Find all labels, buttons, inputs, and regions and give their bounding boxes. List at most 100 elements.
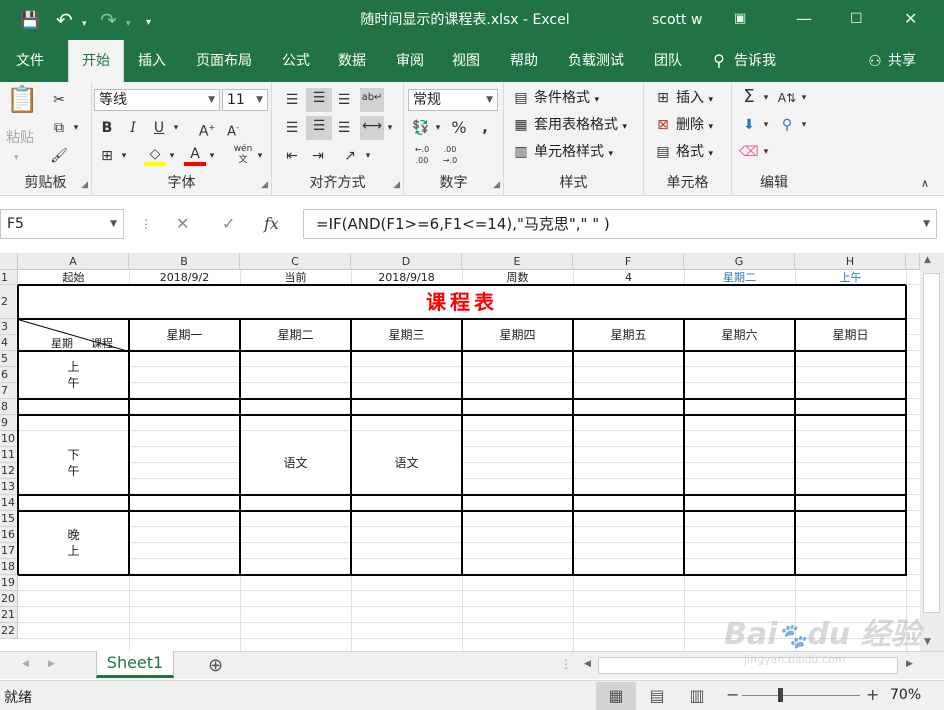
column-header-g[interactable]: G xyxy=(684,253,795,270)
format-cells-button[interactable]: 格式 ▾ xyxy=(676,142,713,164)
scroll-down-icon[interactable]: ▼ xyxy=(924,637,931,647)
undo-icon[interactable]: ↶ xyxy=(56,10,73,30)
row-header[interactable]: 8 xyxy=(0,399,18,415)
save-icon[interactable]: 💾 xyxy=(20,10,40,30)
lightbulb-search-icon[interactable]: ⚲ xyxy=(708,40,730,82)
delete-cells-button[interactable]: 删除 ▾ xyxy=(676,115,713,137)
tab-page-layout[interactable]: 页面布局 xyxy=(186,40,262,82)
font-name-select[interactable]: 等线 ▼ xyxy=(94,89,220,111)
day-header[interactable]: 星期二 xyxy=(240,319,351,351)
redo-dropdown-icon[interactable]: ▾ xyxy=(126,14,131,34)
accounting-format-icon[interactable]: 💱 xyxy=(410,118,432,138)
borders-dropdown-icon[interactable]: ▾ xyxy=(118,146,130,166)
row-header[interactable]: 20 xyxy=(0,591,18,607)
day-header[interactable]: 星期四 xyxy=(462,319,573,351)
row-header[interactable]: 2 xyxy=(0,285,18,319)
zoom-slider-thumb[interactable] xyxy=(778,688,783,702)
previous-sheet-icon[interactable]: ◀ xyxy=(22,659,29,669)
percent-icon[interactable]: % xyxy=(448,118,470,138)
row-header[interactable]: 6 xyxy=(0,367,18,383)
format-painter-icon[interactable]: 🖌 xyxy=(48,146,70,166)
tab-insert[interactable]: 插入 xyxy=(128,40,176,82)
sort-dropdown-icon[interactable]: ▾ xyxy=(798,88,810,108)
day-header[interactable]: 星期一 xyxy=(129,319,240,351)
row-header[interactable]: 17 xyxy=(0,543,18,559)
fill-color-dropdown-icon[interactable]: ▾ xyxy=(166,146,178,166)
add-sheet-icon[interactable]: ⊕ xyxy=(208,655,223,676)
autosum-dropdown-icon[interactable]: ▾ xyxy=(760,88,772,108)
find-dropdown-icon[interactable]: ▾ xyxy=(798,115,810,135)
orientation-icon[interactable]: ↗ xyxy=(338,146,362,166)
scroll-left-icon[interactable]: ◀ xyxy=(584,659,591,669)
zoom-in-icon[interactable]: + xyxy=(866,685,879,704)
column-header-b[interactable]: B xyxy=(129,253,240,270)
tab-review[interactable]: 审阅 xyxy=(386,40,434,82)
row-header[interactable]: 22 xyxy=(0,623,18,639)
share-button[interactable]: 共享 xyxy=(888,40,928,82)
page-layout-view-icon[interactable]: ▤ xyxy=(640,682,674,710)
orientation-dropdown-icon[interactable]: ▾ xyxy=(362,146,374,166)
conditional-format-icon[interactable]: ▤ xyxy=(510,88,532,108)
fill-dropdown-icon[interactable]: ▾ xyxy=(760,115,772,135)
column-header-f[interactable]: F xyxy=(573,253,684,270)
cell-row1[interactable]: 星期二 xyxy=(684,270,795,285)
format-as-table-button[interactable]: 套用表格格式 ▾ xyxy=(534,115,627,137)
expand-formula-icon[interactable]: ▼ xyxy=(923,210,930,238)
column-header-a[interactable]: A xyxy=(18,253,129,270)
sort-filter-icon[interactable]: A⇅ xyxy=(776,88,798,108)
decrease-indent-icon[interactable]: ⇤ xyxy=(280,146,304,166)
column-header-e[interactable]: E xyxy=(462,253,573,270)
course-entry[interactable]: 语文 xyxy=(240,431,351,495)
cell-row1[interactable]: 2018/9/2 xyxy=(129,270,240,285)
period-label[interactable]: 晚 上 xyxy=(18,511,129,575)
clear-dropdown-icon[interactable]: ▾ xyxy=(760,142,772,162)
collapse-ribbon-icon[interactable]: ∧ xyxy=(916,174,934,194)
scroll-up-icon[interactable]: ▲ xyxy=(924,255,931,265)
paste-dropdown-icon[interactable]: ▾ xyxy=(14,148,19,168)
row-header[interactable]: 3 xyxy=(0,319,18,335)
formula-input[interactable]: =IF(AND(F1>=6,F1<=14),"马克思"," " ) ▼ xyxy=(303,209,937,239)
cancel-entry-icon[interactable]: ✕ xyxy=(176,214,189,234)
tab-file[interactable]: 文件 xyxy=(0,40,60,82)
zoom-slider[interactable] xyxy=(742,695,860,696)
day-header[interactable]: 星期五 xyxy=(573,319,684,351)
course-entry[interactable]: 语文 xyxy=(351,431,462,495)
row-header[interactable]: 12 xyxy=(0,463,18,479)
ribbon-display-icon[interactable]: ▣ xyxy=(734,8,746,30)
select-all-corner[interactable] xyxy=(0,253,18,270)
number-launcher-icon[interactable]: ◢ xyxy=(493,180,500,190)
align-right-icon[interactable]: ☰ xyxy=(332,118,356,138)
row-header[interactable]: 13 xyxy=(0,479,18,495)
tab-load-test[interactable]: 负载测试 xyxy=(558,40,634,82)
period-label[interactable]: 上 午 xyxy=(18,351,129,399)
conditional-format-button[interactable]: 条件格式 ▾ xyxy=(534,88,599,110)
accounting-dropdown-icon[interactable]: ▾ xyxy=(432,118,444,138)
wrap-text-icon[interactable]: ab↵ xyxy=(360,88,384,112)
tab-home[interactable]: 开始 xyxy=(68,40,124,82)
row-header[interactable]: 10 xyxy=(0,431,18,447)
phonetic-dropdown-icon[interactable]: ▾ xyxy=(254,146,266,166)
fill-icon[interactable]: ⬇ xyxy=(738,115,760,135)
maximize-icon[interactable]: ☐ xyxy=(850,8,863,30)
row-header[interactable]: 18 xyxy=(0,559,18,575)
zoom-out-icon[interactable]: − xyxy=(726,685,739,704)
column-header-h[interactable]: H xyxy=(795,253,906,270)
tab-view[interactable]: 视图 xyxy=(442,40,490,82)
insert-function-icon[interactable]: fx xyxy=(264,214,279,234)
italic-icon[interactable]: I xyxy=(122,118,144,138)
tab-formulas[interactable]: 公式 xyxy=(272,40,320,82)
format-cells-icon[interactable]: ▤ xyxy=(652,142,674,162)
day-header[interactable]: 星期日 xyxy=(795,319,906,351)
row-header[interactable]: 15 xyxy=(0,511,18,527)
delete-cells-icon[interactable]: ⊠ xyxy=(652,115,674,135)
row-header[interactable]: 21 xyxy=(0,607,18,623)
number-format-select[interactable]: 常规 ▼ xyxy=(408,89,498,111)
increase-decimal-icon[interactable]: ←.0.00 xyxy=(410,144,434,166)
paste-button[interactable]: 粘贴 xyxy=(6,128,34,148)
align-top-icon[interactable]: ☰ xyxy=(280,90,304,110)
decrease-decimal-icon[interactable]: .00 →.0 xyxy=(438,144,462,166)
cell-styles-icon[interactable]: ▥ xyxy=(510,142,532,162)
tell-me-box[interactable]: 告诉我 xyxy=(734,40,794,82)
redo-icon[interactable]: ↷ xyxy=(100,10,117,30)
cell-row1[interactable]: 上午 xyxy=(795,270,906,285)
